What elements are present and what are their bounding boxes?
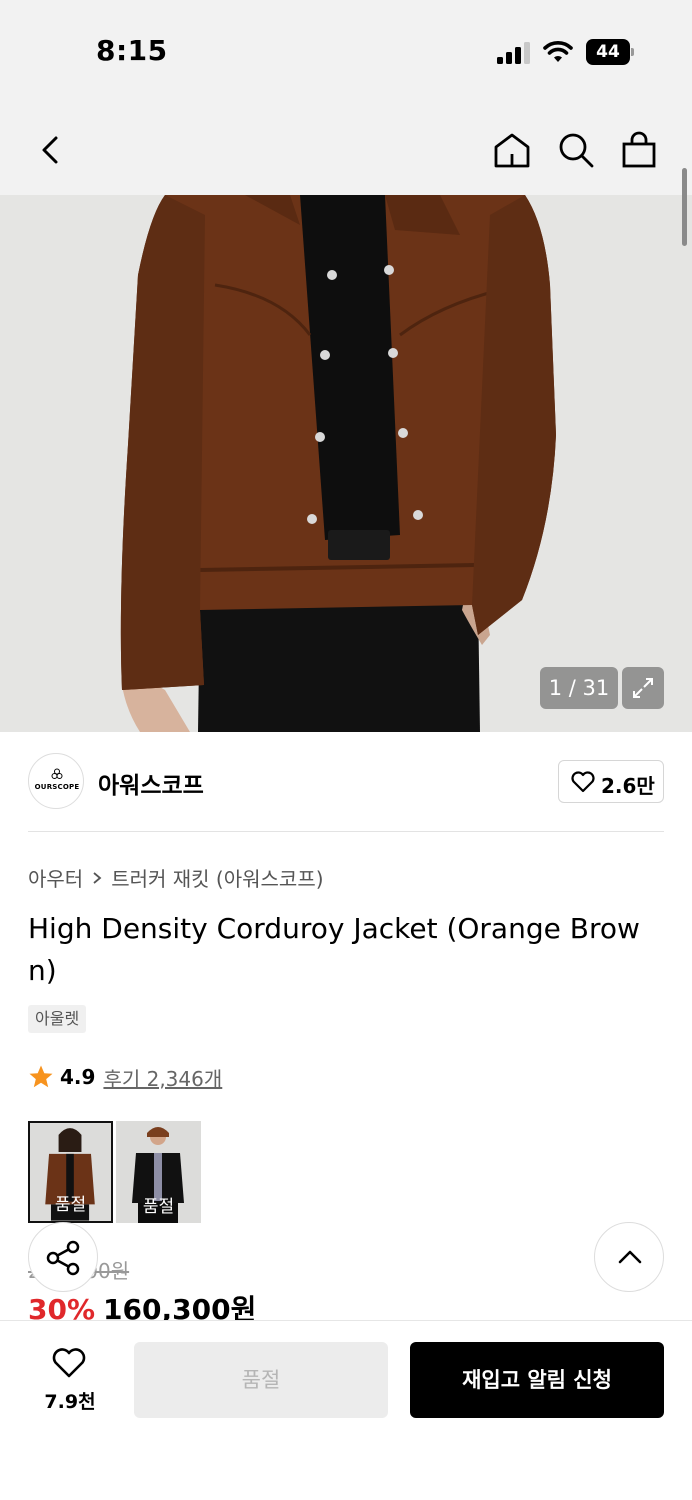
image-counter: 1 / 31 [540,667,618,709]
scrollbar[interactable] [682,168,687,246]
soldout-button[interactable]: 품절 [134,1342,388,1418]
star-icon [29,1065,53,1088]
review-link[interactable]: 후기 2,346개 [103,1063,222,1092]
battery-level: 44 [586,39,630,65]
scroll-top-button[interactable] [594,1222,664,1292]
product-title: High Density Corduroy Jacket (Orange Bro… [28,912,640,987]
heart-icon [52,1348,86,1378]
wifi-icon [543,41,573,62]
status-time: 8:15 [96,34,168,67]
rating-score: 4.9 [60,1065,96,1089]
outlet-badge: 아울렛 [28,1005,87,1033]
top-nav-bar [0,100,692,195]
product-photo [0,195,692,732]
swatch-soldout-label: 품절 [142,1197,175,1217]
search-icon[interactable] [556,130,596,170]
status-bar: 8:15 44 [0,0,692,100]
chevron-right-icon [93,871,102,884]
brand-logo-text: OURSCOPE [34,783,80,791]
breadcrumb: 아우터 트러커 재킷 (아워스코프) [28,863,324,892]
breadcrumb-category[interactable]: 아우터 [28,863,83,892]
chevron-left-icon[interactable] [30,130,70,170]
heart-icon [571,771,595,793]
brand-like-button[interactable]: 2.6만 [558,760,664,803]
wish-count: 7.9천 [44,1391,96,1413]
color-swatch-brown[interactable]: 품절 [28,1121,113,1223]
breadcrumb-subcategory[interactable]: 트러커 재킷 (아워스코프) [111,863,323,892]
home-icon[interactable] [492,130,532,170]
wish-button[interactable]: 7.9천 [28,1342,112,1418]
swatch-soldout-label: 품절 [54,1195,87,1215]
battery-icon: 44 [586,39,634,65]
expand-icon[interactable] [622,667,664,709]
brand-mark-icon [51,768,63,779]
restock-alert-button[interactable]: 재입고 알림 신청 [410,1342,664,1418]
signal-icon [497,42,530,64]
product-image[interactable] [0,195,692,732]
share-icon [46,1240,80,1276]
rating: 4.9 후기 2,346개 [28,1062,222,1092]
brand-name[interactable]: 아워스코프 [98,766,204,800]
brand-logo[interactable]: OURSCOPE [28,753,84,809]
chevron-up-icon [618,1250,642,1264]
shopping-bag-icon[interactable] [619,130,659,170]
color-swatch-black[interactable]: 품절 [116,1121,201,1223]
brand-like-count: 2.6만 [601,774,655,798]
divider [28,831,664,832]
share-button[interactable] [28,1222,98,1292]
